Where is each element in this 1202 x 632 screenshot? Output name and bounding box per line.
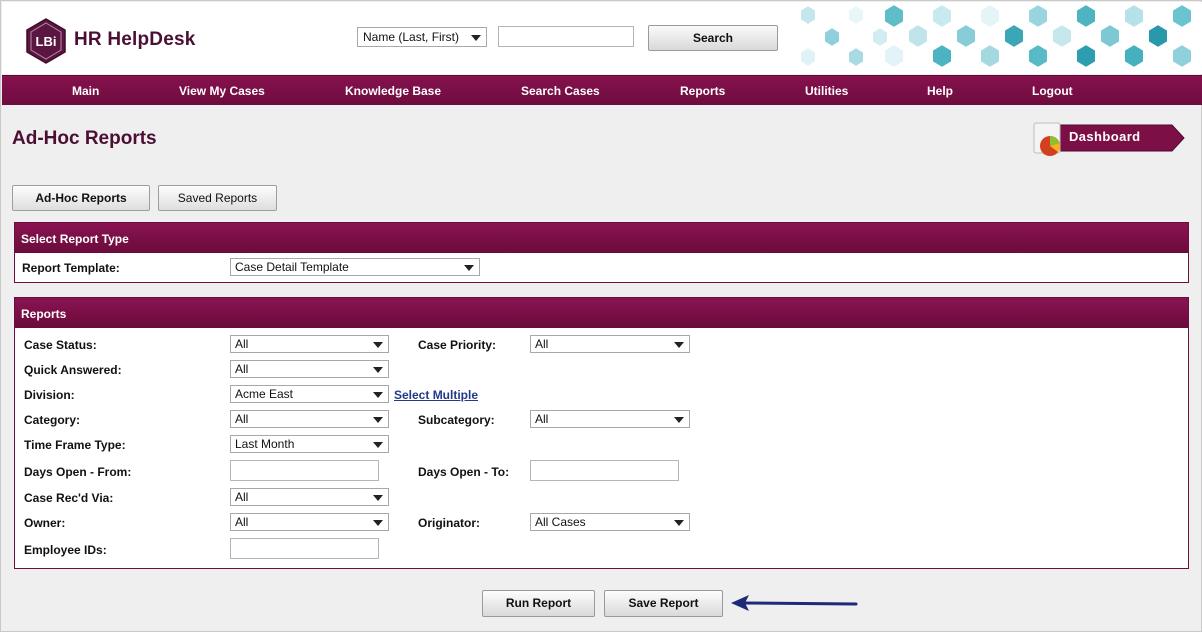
case-recd-via-select[interactable]: All	[230, 488, 389, 506]
quick-answered-value: All	[235, 362, 249, 376]
tab-saved-reports[interactable]: Saved Reports	[158, 185, 277, 211]
days-open-from-label: Days Open - From:	[24, 465, 132, 479]
division-label: Division:	[24, 388, 75, 402]
chevron-down-icon	[464, 265, 474, 271]
nav-item-reports[interactable]: Reports	[680, 84, 725, 98]
chevron-down-icon	[373, 417, 383, 423]
report-template-value: Case Detail Template	[235, 260, 349, 274]
chevron-down-icon	[471, 35, 481, 41]
main-nav: Main View My Cases Knowledge Base Search…	[2, 75, 1202, 105]
page-title: Ad-Hoc Reports	[12, 128, 157, 149]
subcategory-label: Subcategory:	[418, 413, 495, 427]
search-type-select[interactable]: Name (Last, First)	[357, 27, 487, 47]
subcategory-select[interactable]: All	[530, 410, 690, 428]
report-template-label: Report Template:	[22, 261, 120, 275]
time-frame-type-value: Last Month	[235, 437, 295, 451]
case-recd-via-value: All	[235, 490, 249, 504]
originator-value: All Cases	[535, 515, 586, 529]
chevron-down-icon	[373, 392, 383, 398]
case-priority-select[interactable]: All	[530, 335, 690, 353]
time-frame-type-label: Time Frame Type:	[24, 438, 126, 452]
chevron-down-icon	[674, 342, 684, 348]
nav-item-help[interactable]: Help	[927, 84, 953, 98]
chevron-down-icon	[373, 442, 383, 448]
nav-item-utilities[interactable]: Utilities	[805, 84, 848, 98]
save-report-button[interactable]: Save Report	[604, 590, 723, 617]
originator-select[interactable]: All Cases	[530, 513, 690, 531]
case-status-value: All	[235, 337, 249, 351]
category-select[interactable]: All	[230, 410, 389, 428]
nav-item-knowledge-base[interactable]: Knowledge Base	[345, 84, 441, 98]
employee-ids-label: Employee IDs:	[24, 543, 107, 557]
dashboard-label[interactable]: Dashboard	[1069, 129, 1141, 144]
search-type-value: Name (Last, First)	[363, 30, 460, 44]
nav-item-main[interactable]: Main	[72, 84, 99, 98]
chevron-down-icon	[373, 367, 383, 373]
report-template-select[interactable]: Case Detail Template	[230, 258, 480, 276]
chevron-down-icon	[674, 417, 684, 423]
category-value: All	[235, 412, 249, 426]
panel-header: Reports	[15, 298, 1188, 328]
case-priority-value: All	[535, 337, 549, 351]
nav-item-logout[interactable]: Logout	[1032, 84, 1073, 98]
days-open-from-input[interactable]	[230, 460, 379, 481]
time-frame-type-select[interactable]: Last Month	[230, 435, 389, 453]
chevron-down-icon	[674, 520, 684, 526]
case-recd-via-label: Case Rec'd Via:	[24, 491, 114, 505]
search-input[interactable]	[498, 26, 634, 47]
chevron-down-icon	[373, 520, 383, 526]
search-button[interactable]: Search	[648, 25, 778, 51]
logo-badge-text: LBi	[36, 34, 57, 49]
days-open-to-label: Days Open - To:	[418, 465, 510, 479]
quick-answered-select[interactable]: All	[230, 360, 389, 378]
days-open-to-input[interactable]	[530, 460, 679, 481]
run-report-button[interactable]: Run Report	[482, 590, 595, 617]
employee-ids-input[interactable]	[230, 538, 379, 559]
chevron-down-icon	[373, 342, 383, 348]
case-status-select[interactable]: All	[230, 335, 389, 353]
division-select[interactable]: Acme East	[230, 385, 389, 403]
select-report-type-panel: Select Report Type	[14, 222, 1189, 283]
logo-icon: LBi	[26, 18, 66, 64]
header: LBi HR HelpDesk Name (Last, First) Searc…	[2, 2, 1202, 74]
case-status-label: Case Status:	[24, 338, 97, 352]
tab-ad-hoc-reports[interactable]: Ad-Hoc Reports	[12, 185, 150, 211]
nav-item-search-cases[interactable]: Search Cases	[521, 84, 600, 98]
chevron-down-icon	[373, 495, 383, 501]
app-window: LBi HR HelpDesk Name (Last, First) Searc…	[0, 0, 1202, 632]
owner-value: All	[235, 515, 249, 529]
originator-label: Originator:	[418, 516, 480, 530]
app-title: HR HelpDesk	[74, 29, 196, 50]
pie-chart-icon	[1040, 136, 1060, 156]
category-label: Category:	[24, 413, 81, 427]
panel-header: Select Report Type	[15, 223, 1188, 253]
owner-label: Owner:	[24, 516, 66, 530]
quick-answered-label: Quick Answered:	[24, 363, 122, 377]
select-multiple-link[interactable]: Select Multiple	[394, 388, 478, 402]
hexagon-pattern-decoration	[799, 2, 1193, 70]
left-arrow-icon	[731, 595, 858, 611]
nav-item-view-my-cases[interactable]: View My Cases	[179, 84, 265, 98]
case-priority-label: Case Priority:	[418, 338, 497, 352]
owner-select[interactable]: All	[230, 513, 389, 531]
division-value: Acme East	[235, 387, 294, 401]
subcategory-value: All	[535, 412, 549, 426]
